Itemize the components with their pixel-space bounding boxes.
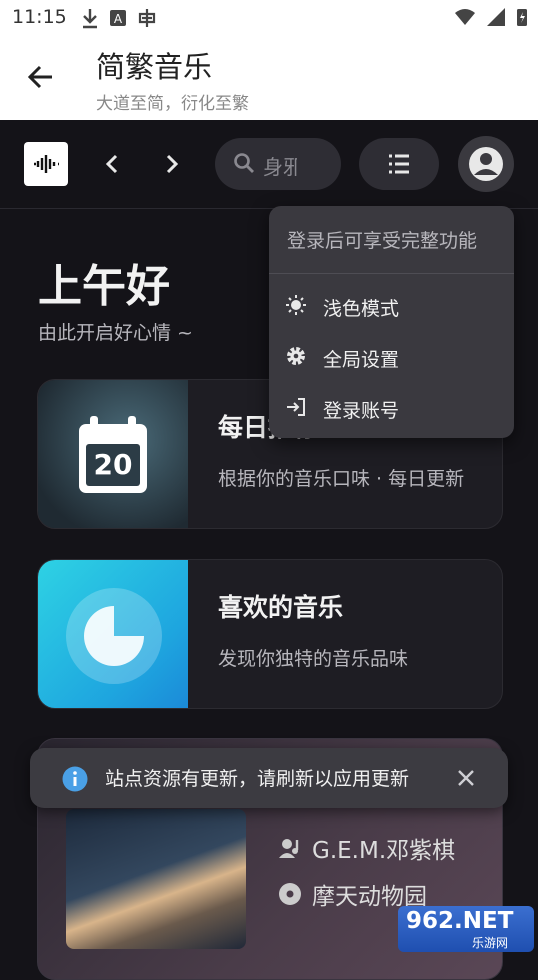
wifi-icon <box>455 9 475 25</box>
status-time: 11:15 <box>12 6 67 28</box>
watermark-logo-text: 962.NET <box>406 908 514 934</box>
gear-icon <box>287 347 305 365</box>
calendar-day: 20 <box>93 448 133 481</box>
bug-app-icon <box>138 9 156 27</box>
album-disc-icon <box>279 883 301 905</box>
site-watermark: 962.NET 乐游网 <box>398 906 534 952</box>
artist-icon <box>279 839 299 858</box>
status-bar: 11:15 A <box>0 0 538 36</box>
user-dropdown-menu: 登录后可享受完整功能 浅色模式 全局设置 登录账号 <box>269 206 514 438</box>
search-input[interactable]: 身邪 <box>263 151 297 180</box>
menu-divider <box>269 273 514 274</box>
update-toast: 站点资源有更新，请刷新以应用更新 <box>30 748 508 808</box>
app-logo[interactable] <box>24 142 68 186</box>
list-icon <box>389 154 409 174</box>
back-arrow-icon[interactable] <box>24 60 58 94</box>
user-avatar-button[interactable] <box>458 136 514 192</box>
toast-message: 站点资源有更新，请刷新以应用更新 <box>105 768 410 790</box>
waveform-icon <box>34 155 59 173</box>
watermark-site-text: 乐游网 <box>472 936 509 950</box>
app-title: 简繁音乐 <box>96 50 213 84</box>
artist-row: G.E.M.邓紫棋 <box>278 831 455 865</box>
search-icon <box>234 153 254 173</box>
battery-icon <box>517 9 527 26</box>
menu-item-label: 登录账号 <box>323 400 400 422</box>
liked-music-card[interactable]: 喜欢的音乐 发现你独特的音乐品味 <box>37 559 503 709</box>
menu-header: 登录后可享受完整功能 <box>287 230 478 252</box>
info-icon <box>62 766 88 792</box>
greeting-title: 上午好 <box>38 261 170 312</box>
liked-music-title: 喜欢的音乐 <box>218 593 344 622</box>
nav-back-icon[interactable] <box>100 150 124 178</box>
close-icon[interactable] <box>456 768 476 788</box>
daily-recommend-art: 20 <box>38 380 188 528</box>
album-cover <box>66 809 246 949</box>
artist-name: G.E.M.邓紫棋 <box>312 838 456 864</box>
web-header: 身邪 <box>0 120 538 209</box>
daily-recommend-desc: 根据你的音乐口味 · 每日更新 <box>218 468 465 490</box>
search-box[interactable]: 身邪 <box>215 138 341 190</box>
nav-forward-icon[interactable] <box>160 150 184 178</box>
font-app-icon: A <box>110 10 126 26</box>
system-icons <box>454 7 528 27</box>
menu-item-label: 浅色模式 <box>323 298 400 320</box>
menu-item-settings[interactable]: 全局设置 <box>269 332 514 382</box>
menu-item-login[interactable]: 登录账号 <box>269 383 514 433</box>
playlist-button[interactable] <box>359 138 439 190</box>
liked-music-desc: 发现你独特的音乐品味 <box>218 648 409 670</box>
liked-music-art <box>38 560 188 708</box>
download-icon <box>83 9 97 29</box>
login-icon <box>287 398 305 416</box>
menu-item-label: 全局设置 <box>323 349 400 371</box>
signal-icon <box>487 8 505 26</box>
music-disc-icon <box>66 588 162 684</box>
menu-item-light-mode[interactable]: 浅色模式 <box>269 281 514 331</box>
greeting-subtitle: 由此开启好心情 ~ <box>38 322 193 344</box>
account-circle-icon <box>469 147 503 181</box>
app-bar: 简繁音乐 大道至简，衍化至繁 <box>0 36 538 120</box>
app-subtitle: 大道至简，衍化至繁 <box>96 94 249 114</box>
sun-icon <box>286 295 306 315</box>
notification-icons: A <box>80 7 158 29</box>
svg-text:A: A <box>114 12 123 26</box>
